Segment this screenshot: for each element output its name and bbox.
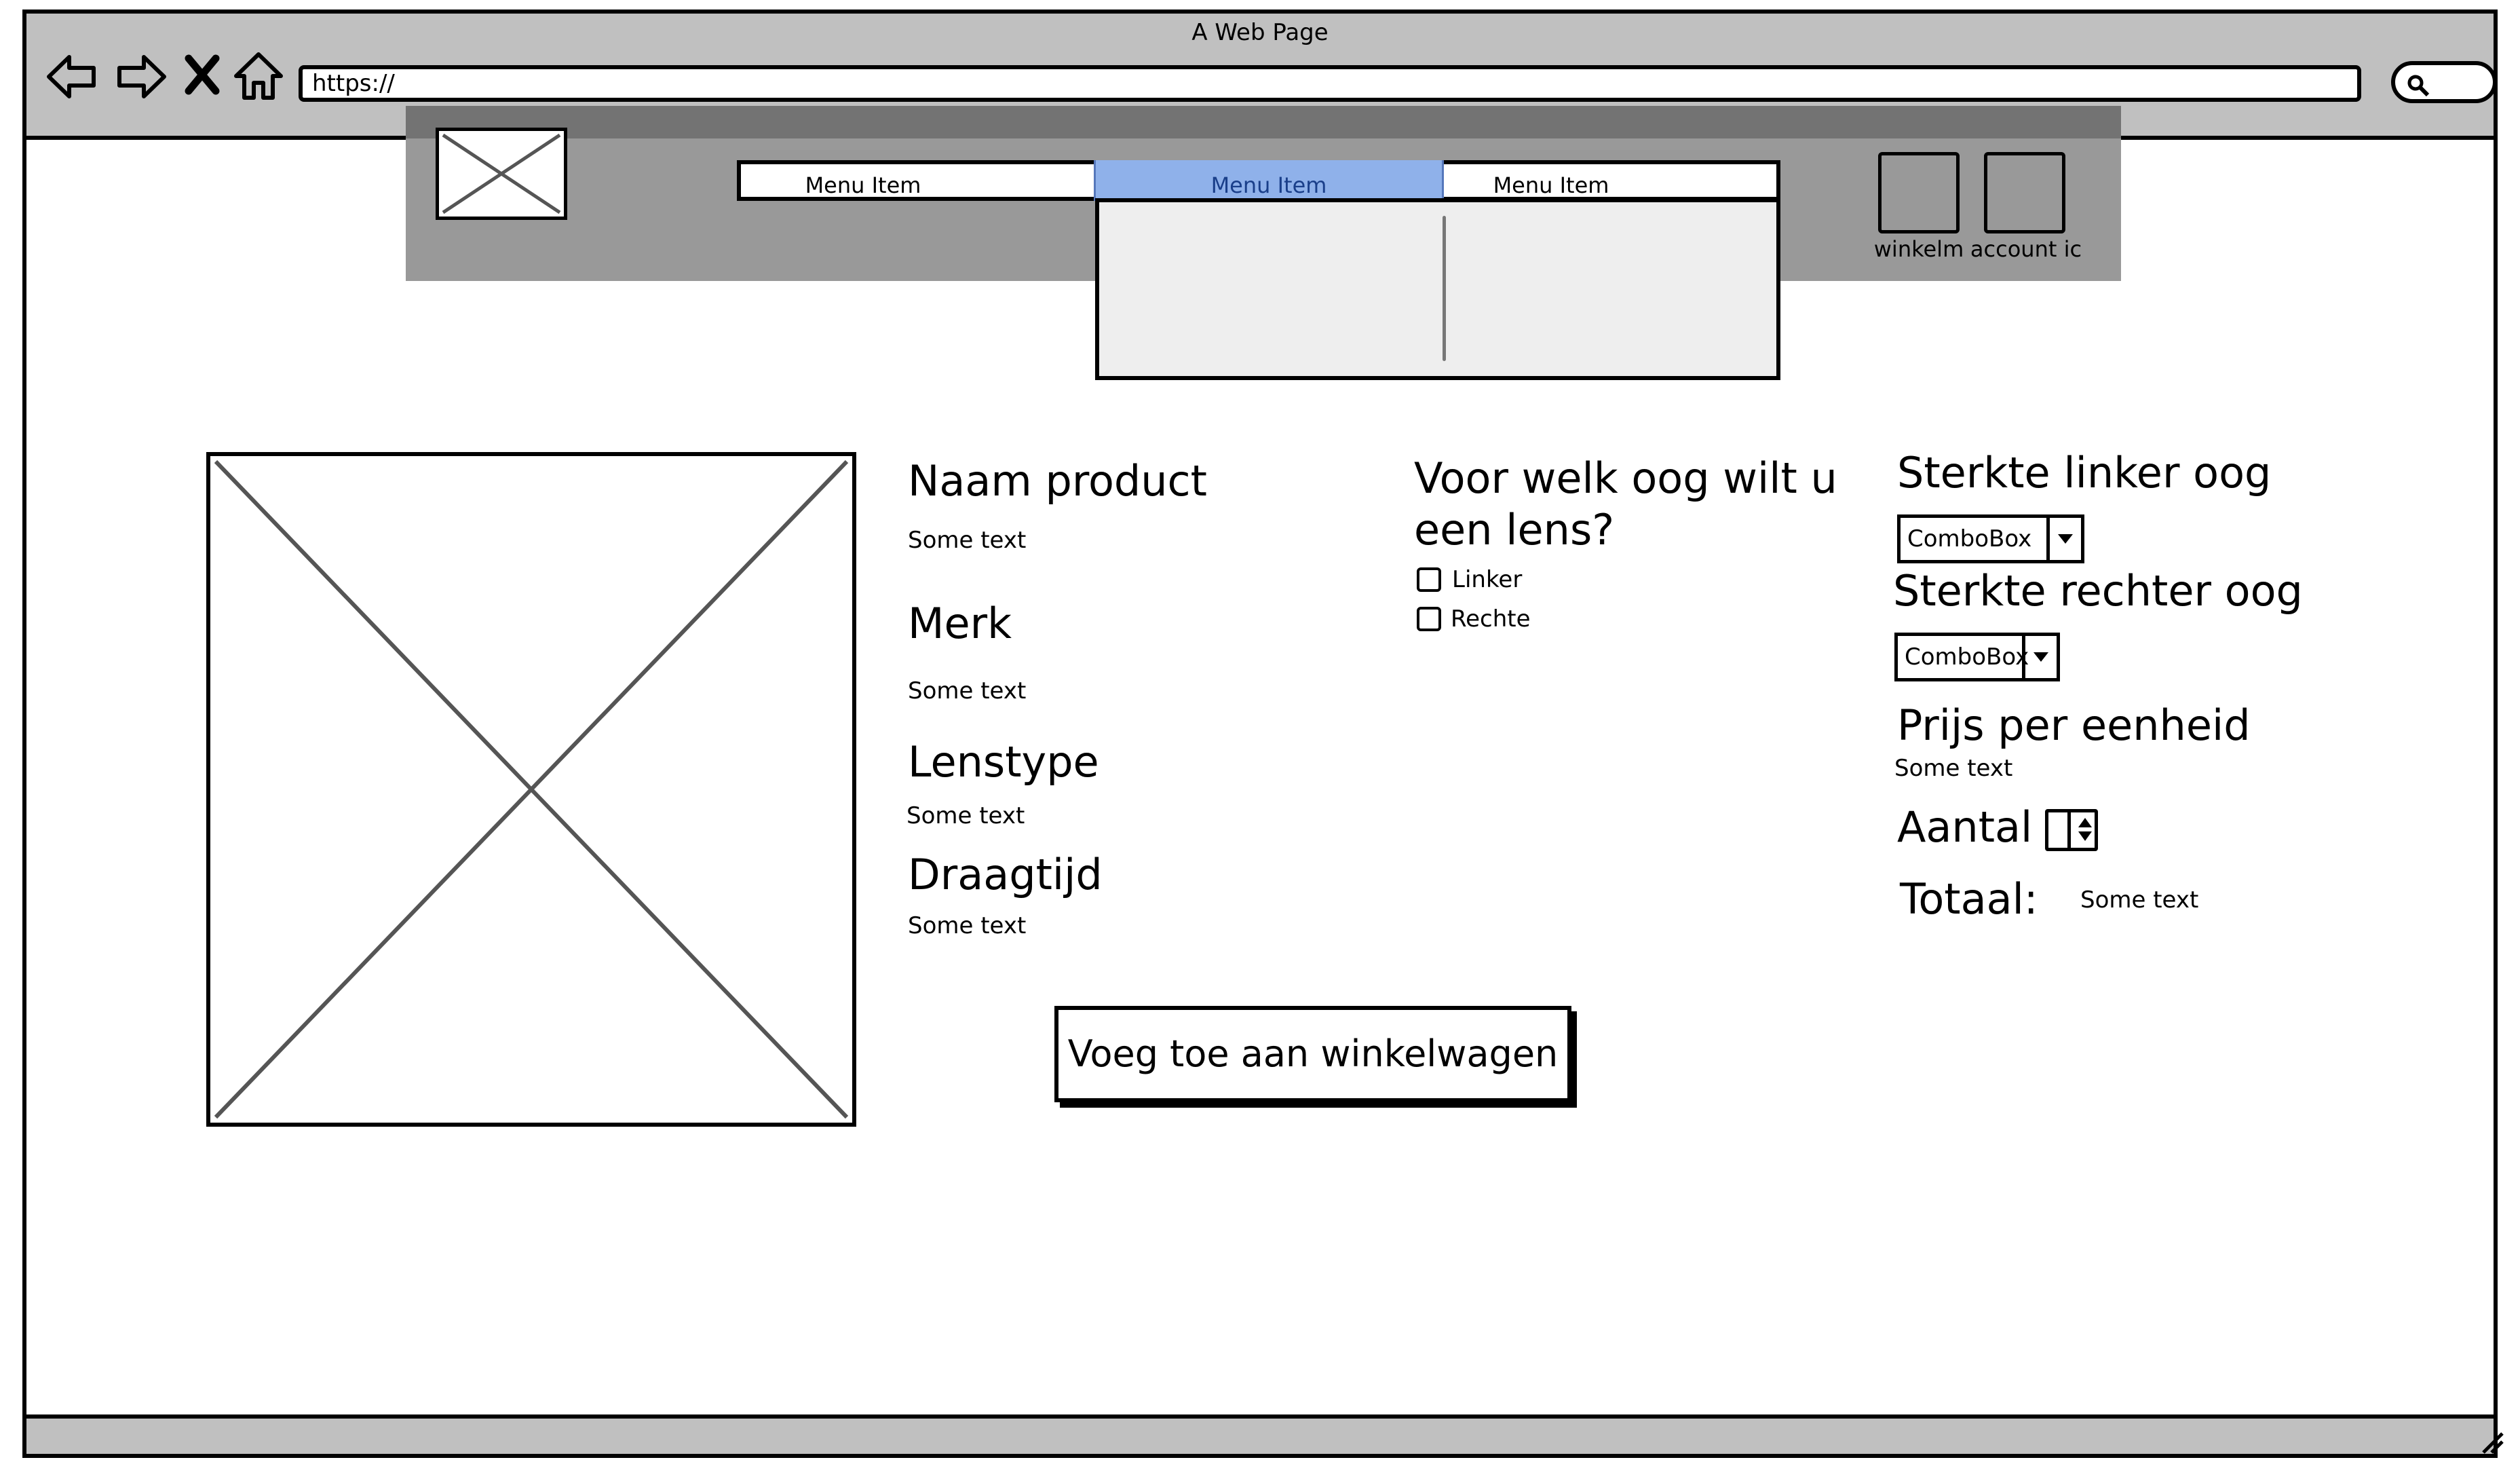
search-icon [2407,75,2430,97]
eye-choice-heading-line2: een lens? [1414,505,1615,555]
menu-item-1[interactable]: Menu Item [744,160,982,201]
stop-icon[interactable] [182,49,223,105]
menu-item-2-selected[interactable]: Menu Item [1094,160,1444,201]
quantity-heading: Aantal [1897,802,2033,852]
price-heading: Prijs per eenheid [1897,700,2251,750]
wear-time-heading: Draagtijd [908,850,1103,899]
product-name-text: Some text [908,527,1027,554]
wear-time-text: Some text [908,912,1027,939]
lenstype-heading: Lenstype [908,737,1099,787]
left-strength-value: ComboBox [1907,525,2032,552]
logo-image-placeholder[interactable] [436,128,567,220]
lenstype-text: Some text [906,802,1025,829]
chevron-down-icon[interactable] [2046,518,2081,560]
cart-label: winkelm [1873,236,1964,262]
chevron-down-icon[interactable] [2022,636,2057,678]
browser-status-bar [22,1414,2498,1458]
browser-search-field[interactable] [2391,61,2497,103]
price-text: Some text [1894,755,2013,782]
account-label: account ic [1970,236,2082,262]
total-text: Some text [2080,886,2199,914]
forward-icon[interactable] [113,49,168,105]
header-top-band [406,106,2121,138]
home-icon[interactable] [231,49,286,105]
right-eye-checkbox[interactable] [1417,607,1441,631]
add-to-cart-button[interactable]: Voeg toe aan winkelwagen [1054,1006,1571,1102]
resize-grip-icon[interactable] [2478,1428,2505,1455]
cart-icon[interactable] [1878,152,1960,233]
total-heading: Totaal: [1900,874,2038,924]
right-strength-heading: Sterkte rechter oog [1893,566,2303,616]
product-name-heading: Naam product [908,456,1207,506]
arrow-down-icon[interactable] [2078,831,2092,841]
quantity-stepper[interactable] [2045,809,2098,851]
right-eye-label: Rechte [1451,605,1531,633]
right-strength-value: ComboBox [1905,643,2029,671]
left-strength-heading: Sterkte linker oog [1897,448,2272,498]
account-icon[interactable] [1984,152,2065,233]
back-icon[interactable] [45,49,100,105]
window-title: A Web Page [1191,19,1329,46]
dropdown-divider [1443,216,1446,361]
right-strength-combobox[interactable]: ComboBox [1894,633,2060,681]
brand-heading: Merk [908,599,1012,648]
left-strength-combobox[interactable]: ComboBox [1897,514,2084,563]
arrow-up-icon[interactable] [2078,818,2092,827]
menu-dropdown-panel[interactable] [1095,198,1780,380]
product-image-placeholder [206,452,856,1127]
eye-choice-heading-line1: Voor welk oog wilt u [1414,453,1837,503]
left-eye-checkbox[interactable] [1417,567,1441,592]
url-bar[interactable]: https:// [299,65,2361,102]
left-eye-label: Linker [1452,566,1523,593]
brand-text: Some text [908,677,1027,705]
menu-item-3[interactable]: Menu Item [1444,160,1658,201]
